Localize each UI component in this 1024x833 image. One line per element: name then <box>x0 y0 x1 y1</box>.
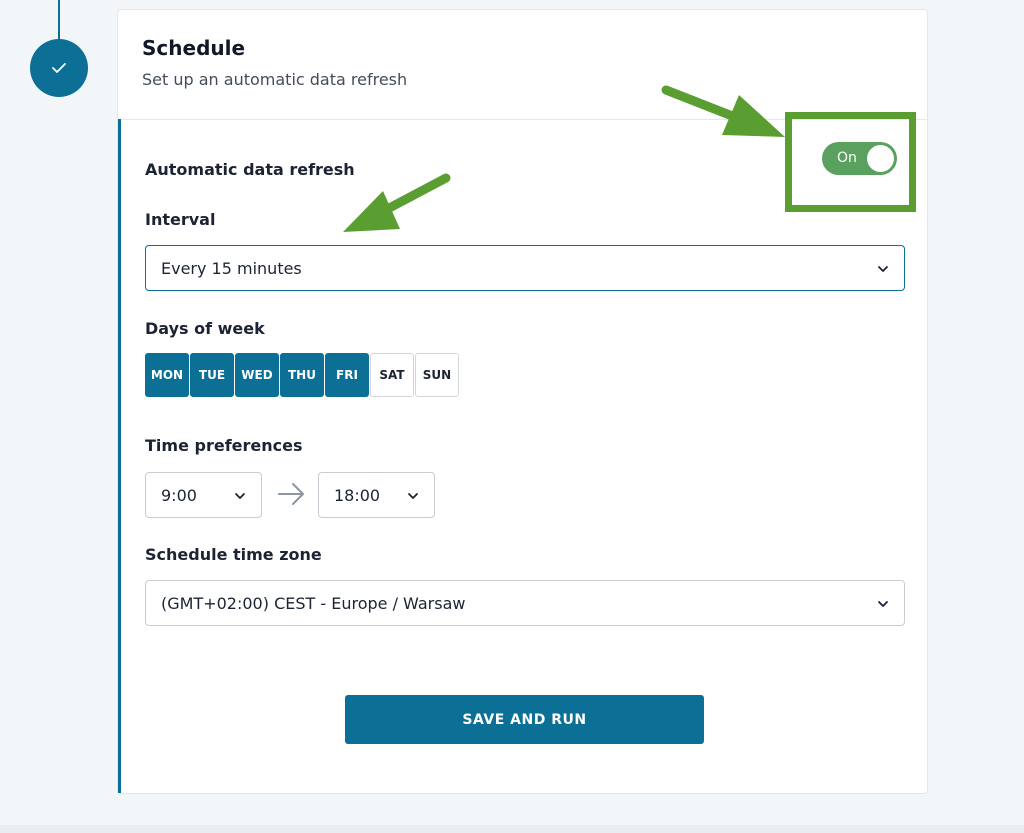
time-zone-value: (GMT+02:00) CEST - Europe / Warsaw <box>161 594 466 613</box>
chevron-down-icon <box>235 493 245 499</box>
interval-select[interactable]: Every 15 minutes <box>145 245 905 291</box>
save-and-run-button[interactable]: SAVE AND RUN <box>345 695 704 744</box>
time-zone-select[interactable]: (GMT+02:00) CEST - Europe / Warsaw <box>145 580 905 626</box>
day-sat-button[interactable]: SAT <box>370 353 414 397</box>
interval-value: Every 15 minutes <box>161 259 302 278</box>
day-wed-button[interactable]: WED <box>235 353 279 397</box>
step-connector-line <box>58 0 60 44</box>
time-from-select[interactable]: 9:00 <box>145 472 262 518</box>
days-of-week-label: Days of week <box>145 319 265 338</box>
time-zone-label: Schedule time zone <box>145 545 322 564</box>
days-of-week-selector: MON TUE WED THU FRI SAT SUN <box>145 353 460 397</box>
page-bottom-strip <box>0 825 1024 833</box>
check-icon <box>52 63 66 73</box>
day-sun-button[interactable]: SUN <box>415 353 459 397</box>
chevron-down-icon <box>878 601 888 607</box>
schedule-form: Automatic data refresh On Interval Every… <box>118 119 927 793</box>
page-title: Schedule <box>142 36 246 60</box>
arrow-right-icon <box>278 483 304 505</box>
chevron-down-icon <box>408 493 418 499</box>
chevron-down-icon <box>878 266 888 272</box>
day-fri-button[interactable]: FRI <box>325 353 369 397</box>
interval-label: Interval <box>145 210 216 229</box>
time-from-value: 9:00 <box>161 486 197 505</box>
step-complete-indicator <box>30 39 88 97</box>
day-thu-button[interactable]: THU <box>280 353 324 397</box>
card-header: Schedule Set up an automatic data refres… <box>118 10 927 120</box>
time-to-value: 18:00 <box>334 486 381 505</box>
day-tue-button[interactable]: TUE <box>190 353 234 397</box>
day-mon-button[interactable]: MON <box>145 353 189 397</box>
annotation-highlight-box <box>785 112 916 212</box>
time-to-select[interactable]: 18:00 <box>318 472 435 518</box>
time-preferences-label: Time preferences <box>145 436 303 455</box>
auto-refresh-label: Automatic data refresh <box>145 160 355 179</box>
page-subtitle: Set up an automatic data refresh <box>142 70 408 89</box>
